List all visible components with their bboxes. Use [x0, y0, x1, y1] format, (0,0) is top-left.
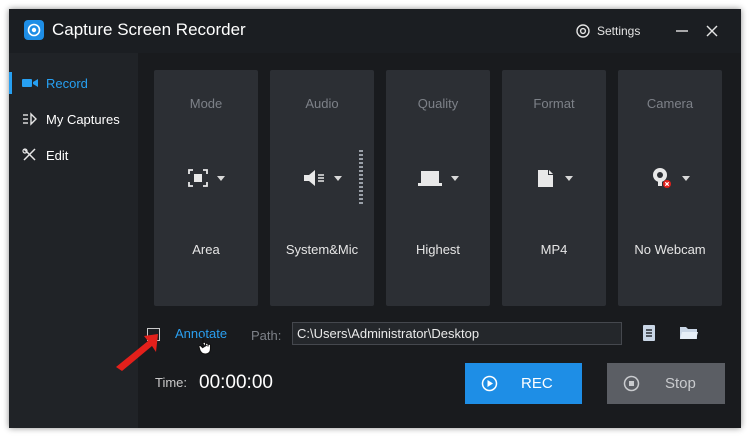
minimize-icon [676, 30, 688, 32]
format-value: MP4 [540, 242, 568, 257]
edit-tools-icon [22, 148, 36, 161]
sidebar-item-label: Edit [46, 148, 69, 163]
chevron-down-icon[interactable] [565, 175, 573, 181]
speaker-icon [304, 170, 324, 186]
format-card[interactable]: Format MP4 [502, 70, 606, 306]
camera-value: No Webcam [634, 242, 706, 257]
camera-card[interactable]: Camera No Webcam [618, 70, 722, 306]
video-camera-icon [22, 79, 38, 87]
quality-card[interactable]: Quality Highest [386, 70, 490, 306]
record-icon [481, 375, 498, 392]
close-button[interactable] [703, 22, 721, 40]
sidebar-item-label: My Captures [46, 112, 120, 127]
close-icon [706, 25, 718, 37]
mode-title: Mode [189, 96, 223, 111]
settings-button[interactable]: Settings [575, 23, 640, 39]
pointer-arrow-icon [116, 334, 158, 371]
sidebar-item-edit[interactable]: Edit [9, 140, 138, 170]
stop-label: Stop [665, 375, 696, 392]
app-logo-icon [24, 20, 44, 40]
app-title: Capture Screen Recorder [52, 20, 246, 39]
path-label: Path: [251, 328, 282, 343]
quality-title: Quality [417, 96, 459, 111]
sidebar-item-my-captures[interactable]: My Captures [9, 104, 138, 134]
file-list-icon[interactable] [641, 324, 657, 342]
sidebar-item-label: Record [46, 76, 88, 91]
hand-cursor-icon [198, 336, 212, 355]
mode-card[interactable]: Mode Area [154, 70, 258, 306]
volume-level-meter [359, 150, 363, 204]
mode-value: Area [192, 242, 220, 257]
webcam-off-icon [653, 168, 671, 188]
chevron-down-icon[interactable] [451, 175, 459, 181]
chevron-down-icon[interactable] [334, 175, 342, 181]
rec-label: REC [521, 375, 553, 392]
camera-title: Camera [646, 96, 694, 111]
folder-icon[interactable] [679, 325, 699, 341]
area-select-icon [188, 169, 208, 187]
title-bar: Capture Screen Recorder Settings [9, 9, 741, 53]
time-label: Time: [155, 375, 188, 390]
chevron-down-icon[interactable] [217, 175, 225, 181]
format-title: Format [533, 96, 575, 111]
chevron-down-icon[interactable] [682, 175, 690, 181]
time-value: 00:00:00 [199, 372, 273, 393]
rec-button[interactable]: REC [465, 363, 582, 404]
path-input[interactable] [292, 322, 622, 345]
audio-value: System&Mic [285, 242, 359, 257]
laptop-icon [418, 171, 442, 186]
file-icon [538, 170, 553, 187]
audio-title: Audio [305, 96, 339, 111]
audio-card[interactable]: Audio System&Mic [270, 70, 374, 306]
minimize-button[interactable] [673, 22, 691, 40]
settings-label: Settings [597, 24, 641, 38]
stop-icon [623, 375, 640, 392]
quality-value: Highest [415, 242, 461, 257]
captures-list-icon [23, 112, 37, 126]
sidebar-item-record[interactable]: Record [9, 68, 138, 98]
gear-icon [576, 24, 590, 38]
stop-button[interactable]: Stop [607, 363, 725, 404]
